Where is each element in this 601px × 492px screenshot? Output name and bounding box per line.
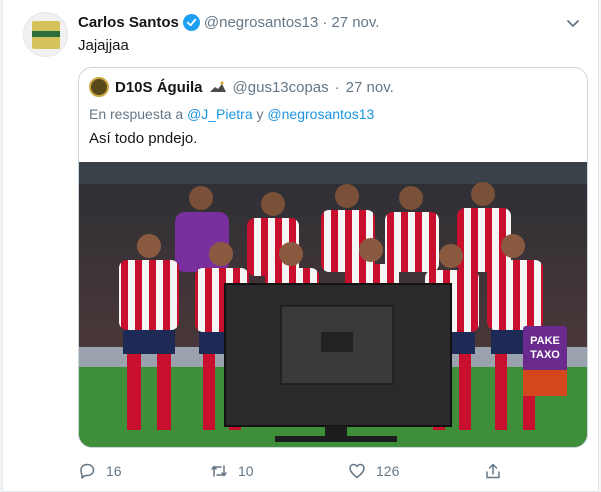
bag-text-line1: PAKE xyxy=(530,335,560,347)
like-count: 126 xyxy=(376,463,400,479)
bag-text-line2: TAXO xyxy=(530,349,560,361)
reply-user-link[interactable]: @negrosantos13 xyxy=(267,106,374,122)
action-bar: 16 10 126 xyxy=(78,462,588,484)
reply-context: En respuesta a @J_Pietra y @negrosantos1… xyxy=(89,106,374,122)
snack-bag-illustration: PAKE TAXO xyxy=(523,326,567,396)
tweet-date[interactable]: 27 nov. xyxy=(331,14,379,31)
tweet-card[interactable]: Carlos Santos @negrosantos13 · 27 nov. J… xyxy=(2,0,599,492)
author-handle[interactable]: @negrosantos13 xyxy=(204,14,318,31)
header-separator: · xyxy=(322,14,328,31)
reply-action[interactable]: 16 xyxy=(78,462,122,480)
reply-joiner: y xyxy=(256,106,264,122)
quoted-header: D10S Águila @gus13copas · 27 nov. xyxy=(89,77,394,97)
like-action[interactable]: 126 xyxy=(348,462,399,480)
tv-illustration xyxy=(224,283,452,442)
quoted-text: Así todo pndejo. xyxy=(89,130,198,147)
reply-user-link[interactable]: @J_Pietra xyxy=(187,106,253,122)
author-avatar[interactable] xyxy=(23,12,68,57)
retweet-icon xyxy=(211,465,227,477)
share-icon xyxy=(486,463,500,479)
reply-icon xyxy=(80,463,95,479)
reply-count: 16 xyxy=(106,463,122,479)
avatar-detail xyxy=(32,31,60,37)
author-name[interactable]: Carlos Santos xyxy=(78,14,179,31)
quoted-handle: @gus13copas xyxy=(232,78,329,96)
chevron-down-icon[interactable] xyxy=(564,14,582,32)
quoted-avatar xyxy=(89,77,109,97)
share-action[interactable] xyxy=(484,462,502,480)
retweet-count: 10 xyxy=(238,463,254,479)
tweet-header: Carlos Santos @negrosantos13 · 27 nov. xyxy=(78,14,379,31)
quoted-separator: · xyxy=(334,78,340,96)
team-photo-illustration: PAKE TAXO xyxy=(79,162,587,447)
verified-icon xyxy=(182,14,200,31)
reply-prefix: En respuesta a xyxy=(89,106,184,122)
eagle-emoji-icon xyxy=(209,81,226,92)
quoted-photo[interactable]: PAKE TAXO xyxy=(79,162,587,447)
like-icon xyxy=(349,463,365,479)
quoted-author-name: D10S Águila xyxy=(115,78,203,96)
retweet-action[interactable]: 10 xyxy=(210,462,254,480)
tweet-text: Jajajjaa xyxy=(78,37,129,54)
quoted-tweet[interactable]: D10S Águila @gus13copas · 27 nov. En res… xyxy=(78,67,588,448)
quoted-date: 27 nov. xyxy=(345,78,394,96)
